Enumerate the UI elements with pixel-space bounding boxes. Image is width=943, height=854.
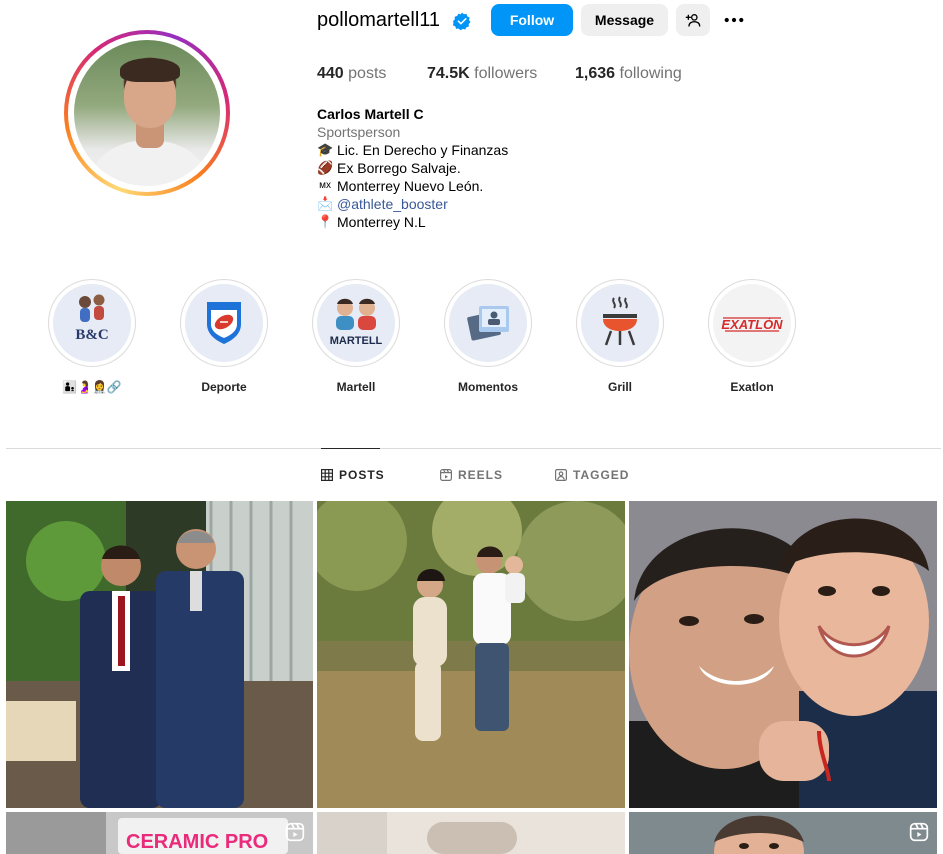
profile-category: Sportsperson bbox=[317, 124, 401, 140]
svg-text:EXATLÓN: EXATLÓN bbox=[721, 317, 783, 332]
posts-count: 440 posts bbox=[317, 65, 387, 82]
highlight-martell[interactable]: MARTELL Martell bbox=[312, 279, 400, 394]
reel-icon bbox=[909, 822, 929, 842]
following-link[interactable]: 1,636 following bbox=[575, 65, 682, 83]
tagged-icon bbox=[555, 469, 567, 481]
verified-badge-icon bbox=[453, 12, 471, 30]
grid-icon bbox=[321, 469, 333, 481]
add-user-icon bbox=[685, 14, 701, 27]
bc-family-icon: B&C bbox=[53, 284, 131, 362]
envelope-icon: 📩 bbox=[317, 196, 334, 211]
post-image-suit-photo bbox=[6, 501, 313, 808]
post-tile[interactable] bbox=[317, 812, 625, 854]
post-image-family-walk bbox=[317, 501, 625, 808]
highlight-momentos[interactable]: Momentos bbox=[444, 279, 532, 394]
active-tab-indicator bbox=[321, 448, 380, 449]
post-image-selfie-with-child bbox=[629, 501, 937, 808]
svg-text:MARTELL: MARTELL bbox=[330, 335, 383, 347]
avatar-photo bbox=[74, 40, 220, 186]
post-tile[interactable] bbox=[629, 812, 937, 854]
highlight-grill[interactable]: Grill bbox=[576, 279, 664, 394]
more-options-button[interactable] bbox=[718, 4, 750, 36]
svg-text:CERAMIC PRO: CERAMIC PRO bbox=[126, 831, 268, 853]
martell-brothers-icon: MARTELL bbox=[317, 284, 395, 362]
highlight-label: Grill bbox=[607, 380, 632, 394]
highlight-exatlon[interactable]: EXATLÓN Exatlon bbox=[708, 279, 796, 394]
more-options-icon bbox=[724, 17, 744, 23]
highlight-label: Momentos bbox=[458, 380, 518, 394]
reel-icon bbox=[285, 822, 305, 842]
bio-line-city: 📍 Monterrey N.L bbox=[317, 214, 426, 230]
highlight-label: Deporte bbox=[201, 380, 247, 394]
profile-full-name: Carlos Martell C bbox=[317, 106, 424, 122]
post-tile[interactable] bbox=[6, 501, 313, 808]
profile-bio: Carlos Martell C Sportsperson 🎓 Lic. En … bbox=[317, 105, 508, 231]
highlight-label: Exatlon bbox=[730, 380, 774, 394]
highlight-deporte[interactable]: Deporte bbox=[180, 279, 268, 394]
bio-line-education: 🎓 Lic. En Derecho y Finanzas bbox=[317, 142, 509, 158]
profile-username[interactable]: pollomartell11 bbox=[317, 9, 440, 32]
post-image-ceramic-pro: CERAMIC PRO bbox=[6, 812, 313, 854]
svg-text:B&C: B&C bbox=[75, 327, 108, 343]
tab-reels[interactable]: REELS bbox=[440, 468, 503, 482]
bio-line-team: 🏈 Ex Borrego Salvaje. bbox=[317, 160, 461, 176]
graduation-cap-icon: 🎓 bbox=[317, 142, 334, 157]
bio-line-contact: 📩 @athlete_booster bbox=[317, 195, 508, 213]
post-tile[interactable] bbox=[317, 501, 625, 808]
post-tile[interactable] bbox=[629, 501, 937, 808]
highlight-label: 👨‍👦🤰👩‍⚕️🔗 bbox=[62, 380, 122, 394]
photos-icon bbox=[449, 284, 527, 362]
follow-button[interactable]: Follow bbox=[491, 4, 573, 36]
tab-tagged[interactable]: TAGGED bbox=[555, 468, 629, 482]
highlight-family[interactable]: B&C 👨‍👦🤰👩‍⚕️🔗 bbox=[48, 279, 136, 394]
tabs-divider bbox=[6, 448, 941, 449]
reels-icon bbox=[440, 469, 452, 481]
suggested-accounts-button[interactable] bbox=[676, 4, 710, 36]
profile-avatar[interactable] bbox=[64, 30, 230, 196]
tab-posts[interactable]: POSTS bbox=[321, 468, 385, 482]
football-icon: 🏈 bbox=[317, 160, 334, 175]
post-tile[interactable]: CERAMIC PRO bbox=[6, 812, 313, 854]
post-image-child-portrait bbox=[629, 812, 937, 854]
message-button[interactable]: Message bbox=[581, 4, 668, 36]
followers-link[interactable]: 74.5K followers bbox=[427, 65, 537, 83]
athlete-booster-link[interactable]: @athlete_booster bbox=[337, 195, 448, 213]
grill-icon bbox=[581, 284, 659, 362]
exatlon-logo-icon: EXATLÓN bbox=[713, 284, 791, 362]
pin-icon: 📍 bbox=[317, 214, 334, 229]
mexico-flag-icon: ᴍx bbox=[319, 180, 331, 191]
football-shield-icon bbox=[185, 284, 263, 362]
highlight-label: Martell bbox=[336, 380, 376, 394]
bio-line-location: ᴍx Monterrey Nuevo León. bbox=[317, 177, 508, 195]
post-image-indoor bbox=[317, 812, 625, 854]
